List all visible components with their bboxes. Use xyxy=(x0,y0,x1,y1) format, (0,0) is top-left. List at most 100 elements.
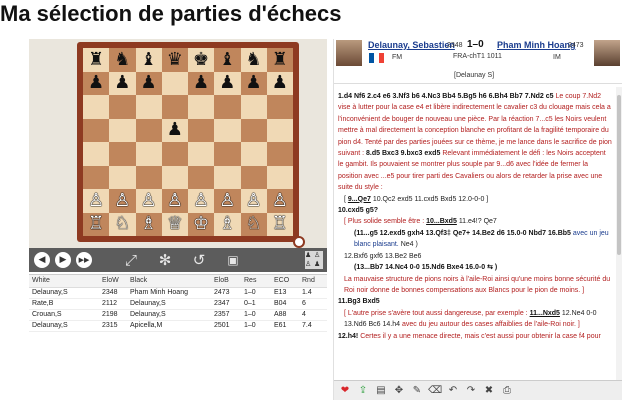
board-square[interactable]: ♟ xyxy=(83,71,110,95)
board-square[interactable] xyxy=(214,142,241,166)
chess-piece[interactable]: ♞ xyxy=(246,50,262,69)
pin-button[interactable]: ✎ xyxy=(410,384,424,398)
board-square[interactable]: ♚ xyxy=(188,48,215,72)
board-square[interactable] xyxy=(266,95,293,119)
board-square[interactable] xyxy=(214,165,241,189)
next-move-button[interactable]: ▶ xyxy=(55,252,71,268)
board-square[interactable]: ♘ xyxy=(240,212,267,236)
game-row[interactable]: Delaunay,S 2348 Pham Minh Hoang 2473 1–0 E13 1… xyxy=(29,287,327,299)
chess-piece[interactable]: ♖ xyxy=(272,215,288,233)
board-square[interactable]: ♛ xyxy=(161,48,188,72)
board-square[interactable]: ♟ xyxy=(135,71,162,95)
board-square[interactable]: ♝ xyxy=(135,48,162,72)
save-button[interactable]: ▣ xyxy=(222,250,244,270)
board-square[interactable] xyxy=(266,118,293,142)
flip-board-button[interactable]: ♟ ♙ ♙ ♟ xyxy=(305,251,323,269)
move-line[interactable]: 1.d4 Nf6 2.c4 e6 3.Nf3 b6 4.Nc3 Bb4 5.Bg… xyxy=(338,93,554,100)
move-line[interactable]: 10.Qc2 exd5 11.cxd5 Bxd5 12.0-0-0 ] xyxy=(373,196,488,203)
board-square[interactable] xyxy=(188,95,215,119)
board-square[interactable] xyxy=(240,142,267,166)
board-square[interactable]: ♟ xyxy=(188,71,215,95)
game-notation[interactable]: 1.d4 Nf6 2.c4 e6 3.Nf3 b6 4.Nc3 Bb4 5.Bg… xyxy=(334,87,616,380)
share-button[interactable]: ⇪ xyxy=(356,384,370,398)
board-square[interactable]: ♙ xyxy=(188,189,215,213)
chess-piece[interactable]: ♟ xyxy=(114,74,130,92)
chess-board[interactable]: ♜ ♞ ♝ ♛ ♚ ♝ ♞ ♜ ♟ ♟ ♟ ♟ ♟ ♟ ♟ ♟ ♙ ♙ ♙ ♙ ♙ ♙ ♙ ♙ ♖ ♘ ♗ ♕ ♔ ♗ ♘ ♖ xyxy=(83,48,293,236)
board-square[interactable]: ♟ xyxy=(109,71,136,95)
board-square[interactable]: ♜ xyxy=(83,48,110,72)
board-square[interactable]: ♕ xyxy=(161,212,188,236)
chess-piece[interactable]: ♙ xyxy=(193,191,209,210)
fullscreen-button[interactable]: ⤢ xyxy=(120,250,142,270)
column-header[interactable]: Black xyxy=(127,275,211,288)
board-square[interactable]: ♟ xyxy=(214,71,241,95)
eraser-button[interactable]: ⌫ xyxy=(428,384,442,398)
delete-button[interactable]: ✖ xyxy=(482,384,496,398)
board-square[interactable] xyxy=(161,71,188,95)
board-square[interactable] xyxy=(161,165,188,189)
chess-piece[interactable]: ♟ xyxy=(272,74,288,92)
board-square[interactable]: ♖ xyxy=(83,212,110,236)
board-square[interactable]: ♙ xyxy=(135,189,162,213)
board-square[interactable] xyxy=(161,95,188,119)
board-square[interactable]: ♞ xyxy=(109,48,136,72)
chess-piece[interactable]: ♗ xyxy=(141,215,157,233)
board-square[interactable] xyxy=(266,142,293,166)
chess-piece[interactable]: ♟ xyxy=(88,74,104,92)
board-square[interactable] xyxy=(109,118,136,142)
board-square[interactable] xyxy=(83,95,110,119)
undo-button[interactable]: ↺ xyxy=(188,250,210,270)
board-square[interactable] xyxy=(214,118,241,142)
board-square[interactable]: ♖ xyxy=(266,212,293,236)
board-square[interactable] xyxy=(188,142,215,166)
chess-piece[interactable]: ♕ xyxy=(167,215,183,233)
board-square[interactable]: ♝ xyxy=(214,48,241,72)
move-line[interactable]: 10.cxd5 g5? xyxy=(338,207,378,214)
move-button[interactable]: ✥ xyxy=(392,384,406,398)
board-square[interactable] xyxy=(240,118,267,142)
chess-piece[interactable]: ♞ xyxy=(114,50,130,69)
board-square[interactable] xyxy=(109,165,136,189)
print-button[interactable]: ⎙ xyxy=(500,384,514,398)
board-square[interactable]: ♔ xyxy=(188,212,215,236)
undo-button[interactable]: ↶ xyxy=(446,384,460,398)
board-square[interactable]: ♘ xyxy=(109,212,136,236)
move-line[interactable]: 12.Bxf6 gxf6 13.Be2 Be6 xyxy=(344,253,421,260)
black-player-name[interactable]: Pham Minh Hoang xyxy=(497,40,576,50)
column-header[interactable]: EloW xyxy=(99,275,127,288)
game-row[interactable]: Rate,B 2112 Delaunay,S 2347 0–1 B04 6 xyxy=(29,298,327,310)
favorite-button[interactable]: ❤ xyxy=(338,384,352,398)
board-square[interactable] xyxy=(214,95,241,119)
board-square[interactable] xyxy=(83,142,110,166)
chess-piece[interactable]: ♙ xyxy=(246,191,262,210)
board-square[interactable]: ♙ xyxy=(83,189,110,213)
board-resize-handle[interactable] xyxy=(293,236,305,248)
chess-piece[interactable]: ♝ xyxy=(141,50,157,69)
chess-piece[interactable]: ♙ xyxy=(272,191,288,210)
chess-piece[interactable]: ♘ xyxy=(114,215,130,233)
game-row[interactable]: Crouan,S 2198 Delaunay,S 2357 1–0 A88 4 xyxy=(29,309,327,321)
white-player-name[interactable]: Delaunay, Sebastien xyxy=(368,40,455,50)
board-square[interactable] xyxy=(240,165,267,189)
chess-piece[interactable]: ♟ xyxy=(141,74,157,92)
board-square[interactable]: ♜ xyxy=(266,48,293,72)
board-square[interactable]: ♙ xyxy=(266,189,293,213)
board-square[interactable]: ♙ xyxy=(214,189,241,213)
move-line[interactable]: (13...Bb7 14.Nc4 0-0 15.Nd6 Bxe4 16.0-0 … xyxy=(354,264,497,271)
chess-piece[interactable]: ♟ xyxy=(167,121,183,139)
board-square[interactable]: ♙ xyxy=(109,189,136,213)
board-square[interactable] xyxy=(240,95,267,119)
move-link[interactable]: 11...Nxd5 xyxy=(530,310,560,317)
column-header[interactable]: EloB xyxy=(211,275,241,288)
prev-move-button[interactable]: ◀ xyxy=(34,252,50,268)
chess-piece[interactable]: ♛ xyxy=(167,50,183,69)
chess-piece[interactable]: ♙ xyxy=(88,191,104,210)
game-row[interactable]: Delaunay,S 2315 Apicella,M 2501 1–0 E61 7.4 xyxy=(29,320,327,332)
chess-piece[interactable]: ♝ xyxy=(219,50,235,69)
board-square[interactable] xyxy=(266,165,293,189)
board-square[interactable]: ♞ xyxy=(240,48,267,72)
chess-piece[interactable]: ♘ xyxy=(246,215,262,233)
board-square[interactable]: ♗ xyxy=(214,212,241,236)
move-line[interactable]: 11.Bg3 Bxd5 xyxy=(338,298,380,305)
board-square[interactable] xyxy=(109,95,136,119)
